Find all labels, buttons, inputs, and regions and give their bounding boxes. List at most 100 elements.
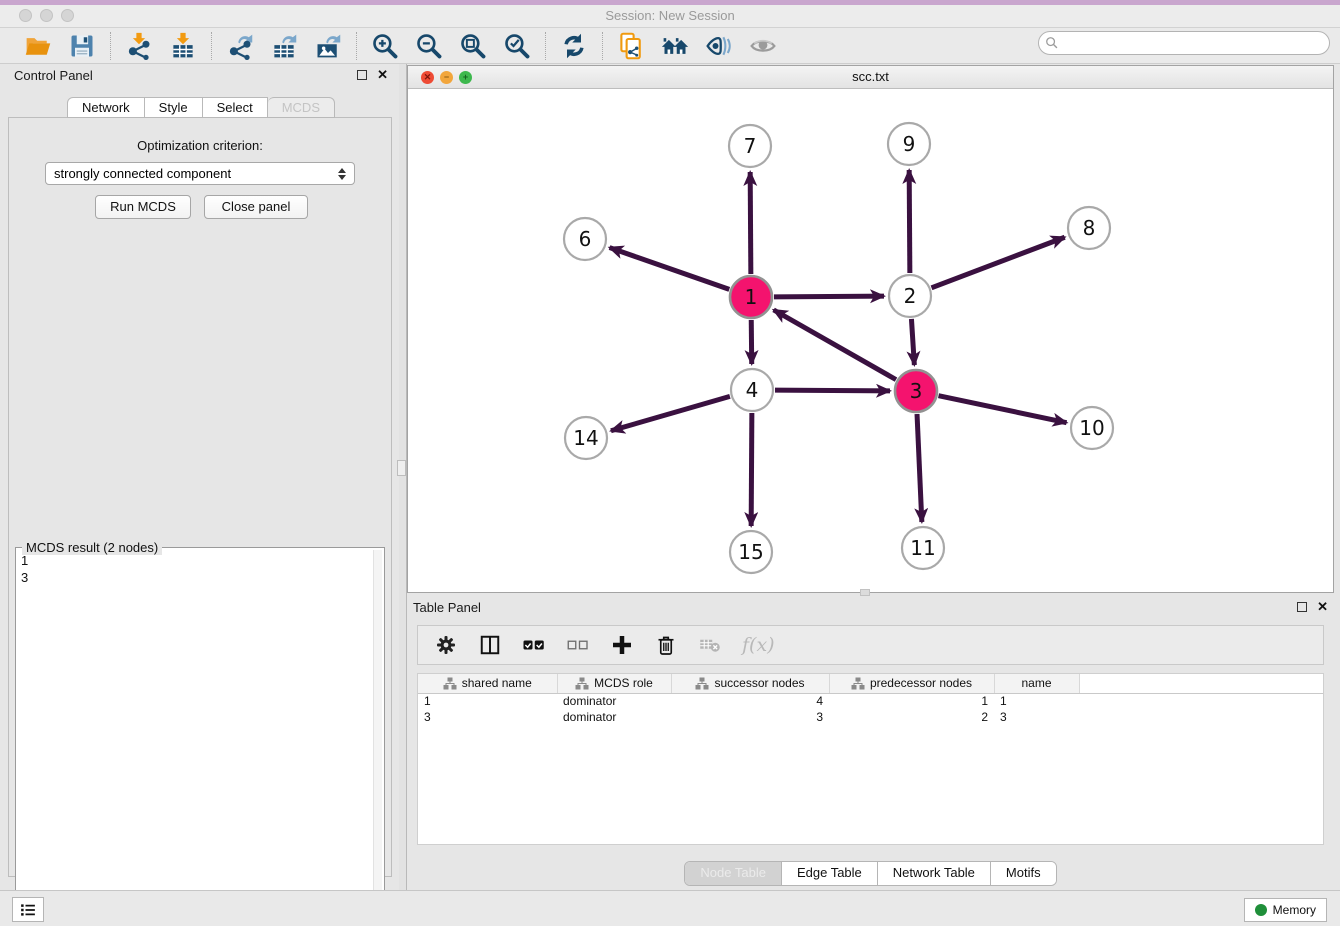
zoom-selected-icon[interactable] bbox=[502, 31, 532, 61]
export-table-icon[interactable] bbox=[269, 31, 299, 61]
cell-name[interactable]: 1 bbox=[994, 693, 1079, 709]
cell-predecessor-nodes[interactable]: 1 bbox=[829, 693, 994, 709]
vertical-splitter-handle[interactable] bbox=[397, 460, 406, 476]
select-all-checkboxes-icon[interactable] bbox=[522, 633, 546, 657]
column-header-shared-name[interactable]: shared name bbox=[418, 674, 557, 693]
tab-network-table[interactable]: Network Table bbox=[877, 862, 990, 885]
node-8[interactable]: 8 bbox=[1068, 207, 1110, 249]
import-network-icon[interactable] bbox=[124, 31, 154, 61]
table-row[interactable]: 3dominator323 bbox=[418, 709, 1323, 725]
node-9[interactable]: 9 bbox=[888, 123, 930, 165]
optimization-criterion-select[interactable]: strongly connected component bbox=[45, 162, 355, 185]
tab-network[interactable]: Network bbox=[67, 97, 145, 118]
network-window-titlebar[interactable]: ✕ − + scc.txt bbox=[408, 66, 1333, 89]
memory-status-icon bbox=[1255, 904, 1267, 916]
duplicate-network-icon[interactable] bbox=[616, 31, 646, 61]
export-network-icon[interactable] bbox=[225, 31, 255, 61]
close-view-button[interactable]: ✕ bbox=[421, 71, 434, 84]
mcds-result-text[interactable]: 1 3 bbox=[18, 552, 372, 922]
cell-successor-nodes[interactable]: 4 bbox=[671, 693, 829, 709]
search-input[interactable] bbox=[1059, 33, 1329, 53]
column-header-MCDS-role[interactable]: MCDS role bbox=[557, 674, 671, 693]
maximize-view-button[interactable]: + bbox=[459, 71, 472, 84]
refresh-view-icon[interactable] bbox=[559, 31, 589, 61]
float-table-panel-icon[interactable] bbox=[1297, 602, 1307, 612]
zoom-window-button[interactable] bbox=[61, 9, 74, 22]
close-table-panel-icon[interactable]: ✕ bbox=[1317, 602, 1328, 612]
hide-graphics-details-icon[interactable] bbox=[704, 31, 734, 61]
cell-successor-nodes[interactable]: 3 bbox=[671, 709, 829, 725]
cell-MCDS-role[interactable]: dominator bbox=[557, 709, 671, 725]
edge-2-3[interactable] bbox=[911, 319, 914, 365]
cell-shared-name[interactable]: 3 bbox=[418, 709, 557, 725]
vertical-splitter[interactable] bbox=[399, 64, 407, 890]
edge-1-2[interactable] bbox=[774, 296, 884, 297]
tab-node-table[interactable]: Node Table bbox=[685, 862, 781, 885]
tab-select[interactable]: Select bbox=[203, 97, 268, 118]
node-15[interactable]: 15 bbox=[730, 531, 772, 573]
close-window-button[interactable] bbox=[19, 9, 32, 22]
add-column-icon[interactable] bbox=[610, 633, 634, 657]
table-settings-icon[interactable] bbox=[434, 633, 458, 657]
cell-name[interactable]: 3 bbox=[994, 709, 1079, 725]
network-canvas[interactable]: 7 9 6 8 1 2 4 3 14 10 15 11 bbox=[408, 89, 1333, 592]
tab-edge-table[interactable]: Edge Table bbox=[781, 862, 877, 885]
deselect-all-checkboxes-icon[interactable] bbox=[566, 633, 590, 657]
search-box[interactable] bbox=[1038, 31, 1330, 55]
column-header-name[interactable]: name bbox=[994, 674, 1079, 693]
zoom-fit-icon[interactable] bbox=[458, 31, 488, 61]
run-mcds-button[interactable]: Run MCDS bbox=[95, 195, 191, 219]
node-1[interactable]: 1 bbox=[730, 276, 772, 318]
import-table-icon[interactable] bbox=[168, 31, 198, 61]
save-session-icon[interactable] bbox=[67, 31, 97, 61]
edge-1-7[interactable] bbox=[750, 172, 751, 274]
column-header-predecessor-nodes[interactable]: predecessor nodes bbox=[829, 674, 994, 693]
edge-4-15[interactable] bbox=[751, 413, 752, 526]
node-10[interactable]: 10 bbox=[1071, 407, 1113, 449]
edge-3-11[interactable] bbox=[917, 414, 922, 522]
edge-1-6[interactable] bbox=[610, 248, 730, 290]
edge-3-1[interactable] bbox=[774, 310, 896, 380]
close-panel-button[interactable]: Close panel bbox=[204, 195, 308, 219]
tab-style[interactable]: Style bbox=[145, 97, 203, 118]
node-7[interactable]: 7 bbox=[729, 125, 771, 167]
cell-predecessor-nodes[interactable]: 2 bbox=[829, 709, 994, 725]
table-row[interactable]: 1dominator411 bbox=[418, 693, 1323, 709]
task-history-button[interactable] bbox=[12, 897, 44, 922]
node-3[interactable]: 3 bbox=[895, 370, 937, 412]
open-session-icon[interactable] bbox=[23, 31, 53, 61]
delete-table-icon[interactable] bbox=[698, 633, 722, 657]
minimize-view-button[interactable]: − bbox=[440, 71, 453, 84]
export-image-icon[interactable] bbox=[313, 31, 343, 61]
zoom-out-icon[interactable] bbox=[414, 31, 444, 61]
node-table[interactable]: shared nameMCDS rolesuccessor nodesprede… bbox=[417, 673, 1324, 845]
float-panel-icon[interactable] bbox=[357, 70, 367, 80]
tab-mcds[interactable]: MCDS bbox=[268, 97, 335, 118]
edge-4-14[interactable] bbox=[611, 396, 730, 430]
delete-column-icon[interactable] bbox=[654, 633, 678, 657]
close-panel-icon[interactable]: ✕ bbox=[377, 70, 388, 80]
zoom-in-icon[interactable] bbox=[370, 31, 400, 61]
cell-shared-name[interactable]: 1 bbox=[418, 693, 557, 709]
tab-motifs[interactable]: Motifs bbox=[990, 862, 1056, 885]
result-scrollbar[interactable] bbox=[373, 550, 382, 922]
edge-3-10[interactable] bbox=[939, 396, 1067, 423]
edge-2-8[interactable] bbox=[932, 237, 1065, 288]
node-11[interactable]: 11 bbox=[902, 527, 944, 569]
horizontal-splitter-handle[interactable] bbox=[860, 589, 870, 596]
node-14[interactable]: 14 bbox=[565, 417, 607, 459]
cell-MCDS-role[interactable]: dominator bbox=[557, 693, 671, 709]
show-graphics-details-icon[interactable] bbox=[748, 31, 778, 61]
minimize-window-button[interactable] bbox=[40, 9, 53, 22]
search-icon bbox=[1045, 36, 1059, 50]
edge-4-3[interactable] bbox=[775, 390, 890, 391]
node-4[interactable]: 4 bbox=[731, 369, 773, 411]
show-columns-icon[interactable] bbox=[478, 633, 502, 657]
memory-button[interactable]: Memory bbox=[1244, 898, 1327, 922]
node-2[interactable]: 2 bbox=[889, 275, 931, 317]
home-icon[interactable] bbox=[660, 31, 690, 61]
node-6[interactable]: 6 bbox=[564, 218, 606, 260]
function-builder-icon[interactable]: f(x) bbox=[742, 634, 775, 656]
column-header-successor-nodes[interactable]: successor nodes bbox=[671, 674, 829, 693]
edge-2-9[interactable] bbox=[909, 170, 910, 273]
